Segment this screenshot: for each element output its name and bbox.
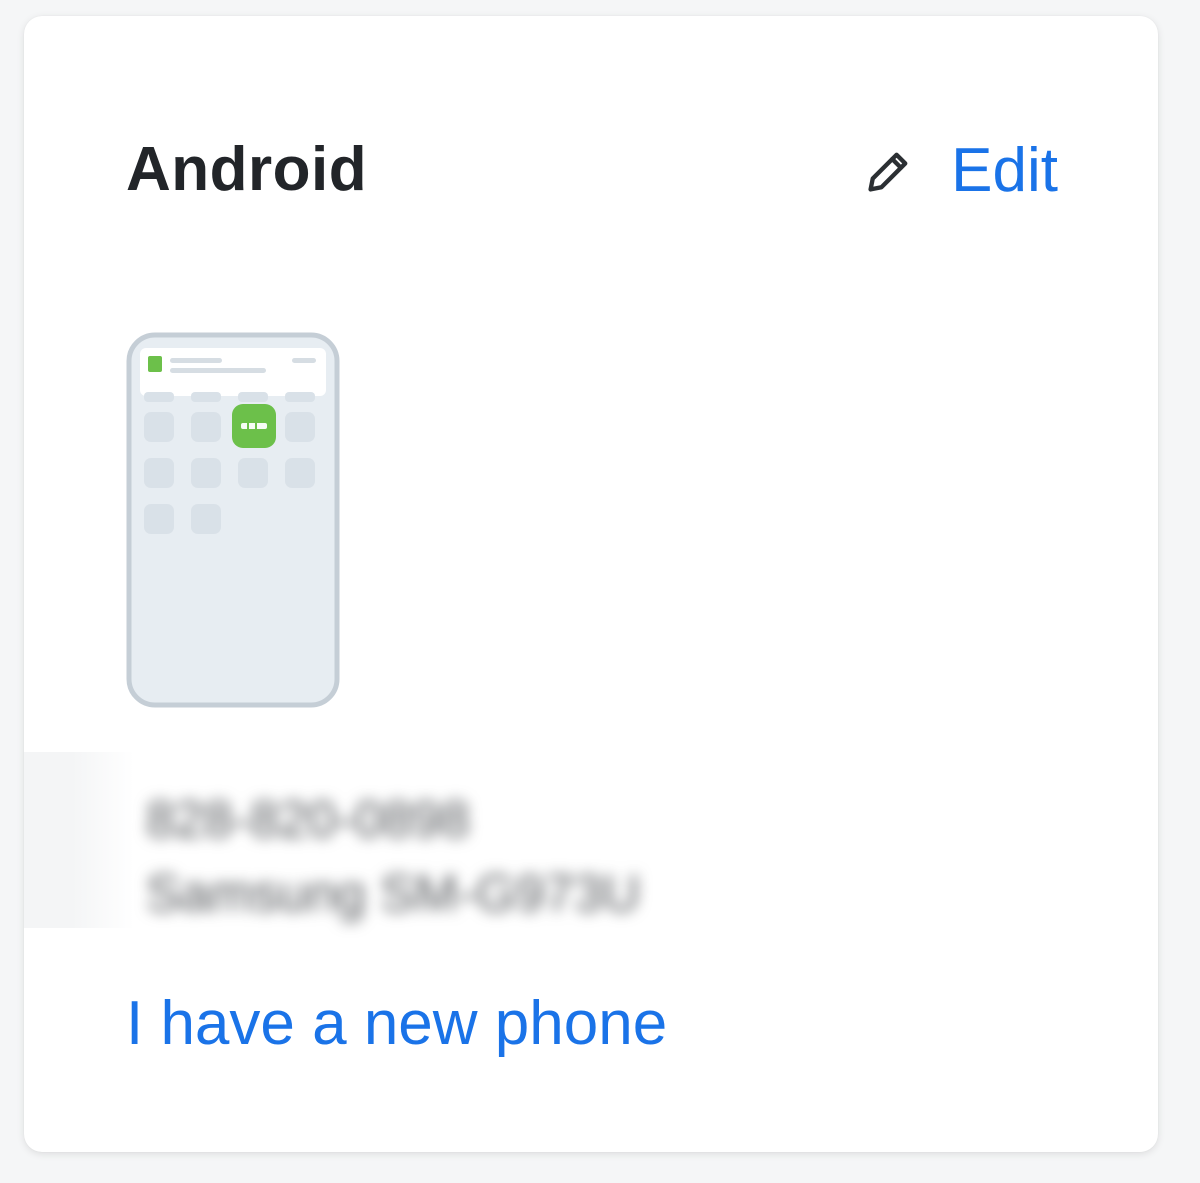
device-platform-title: Android [126, 135, 368, 204]
edit-button[interactable]: Edit [863, 136, 1058, 206]
new-phone-link[interactable]: I have a new phone [126, 988, 667, 1060]
pencil-icon [868, 152, 908, 192]
device-info: 828-820-0898 Samsung SM-G973U [24, 752, 722, 928]
edit-label: Edit [951, 136, 1058, 205]
phone-illustration [126, 332, 340, 708]
device-phone-number: 828-820-0898 [146, 791, 470, 849]
duo-app-icon [232, 404, 276, 448]
device-model: Samsung SM-G973U [146, 865, 641, 923]
device-card: Android Edit 828-820-0898 Samsung SM-G97… [24, 16, 1158, 1152]
